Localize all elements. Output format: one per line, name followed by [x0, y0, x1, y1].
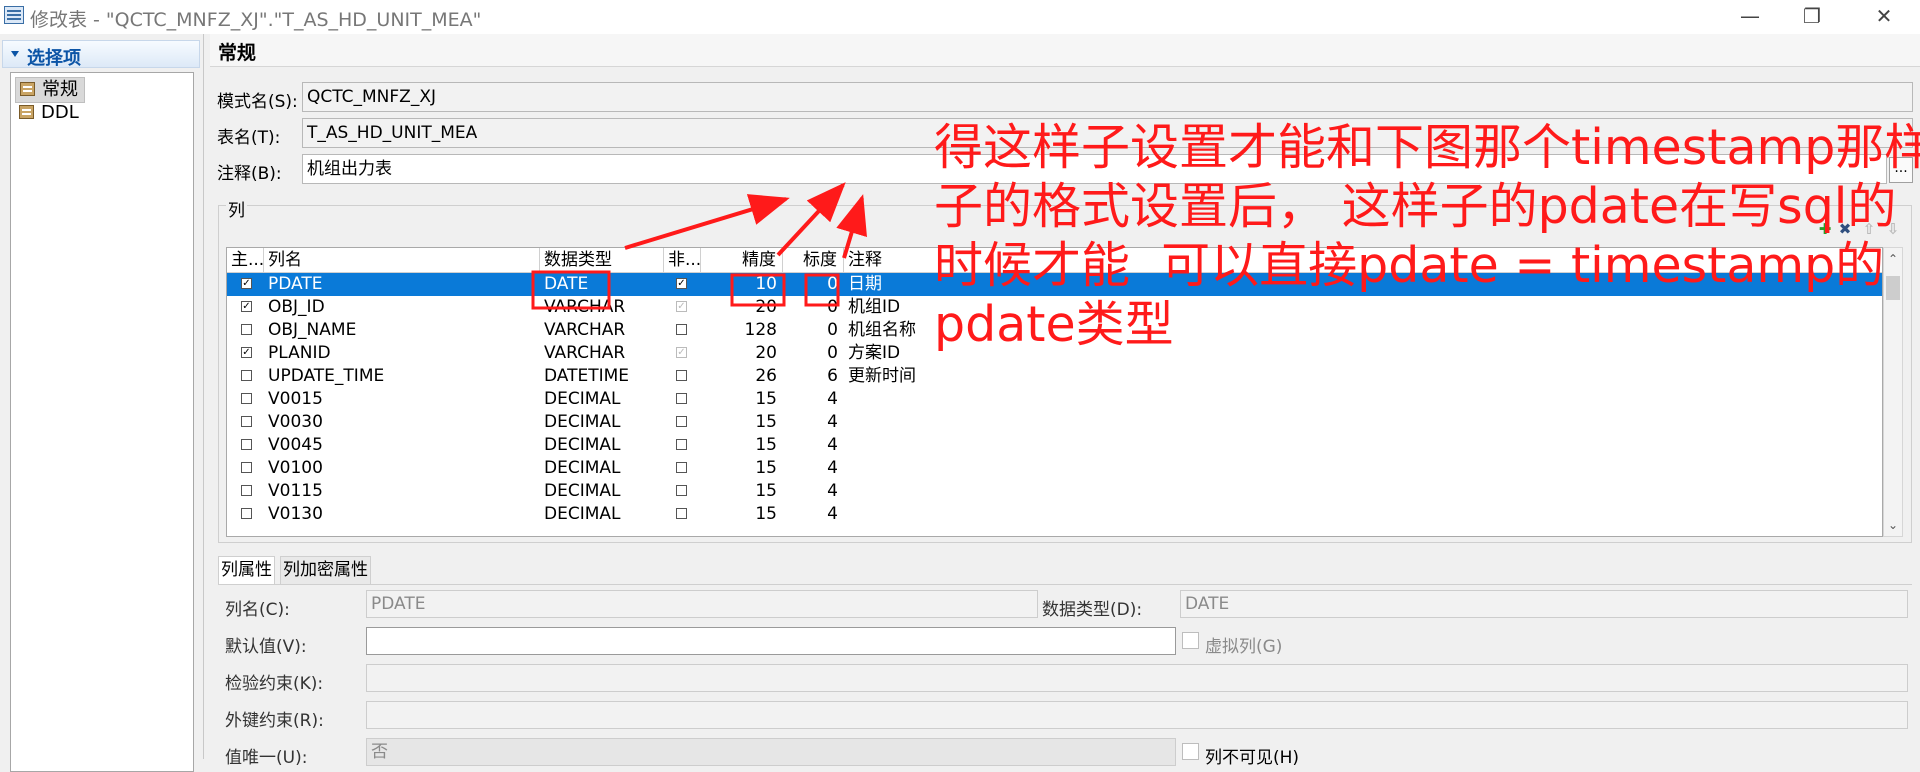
highlight-precision-box	[730, 273, 786, 307]
arrow-precision	[776, 182, 846, 257]
highlight-scale-box	[804, 273, 840, 307]
annotation-line-1: 得这样子设置才能和下图那个timestamp那样	[934, 119, 1920, 176]
arrow-datatype	[624, 194, 790, 250]
annotation-overlay	[531, 182, 867, 310]
annotation-line-3: 时候才能 可以直接pdate = timestamp的	[934, 237, 1885, 294]
annotation-line-4: pdate类型	[934, 296, 1174, 353]
highlight-datatype-box	[531, 270, 611, 310]
annotation-line-2: 子的格式设置后， 这样子的pdate在写sql的	[934, 178, 1897, 235]
arrow-scale	[836, 194, 867, 259]
